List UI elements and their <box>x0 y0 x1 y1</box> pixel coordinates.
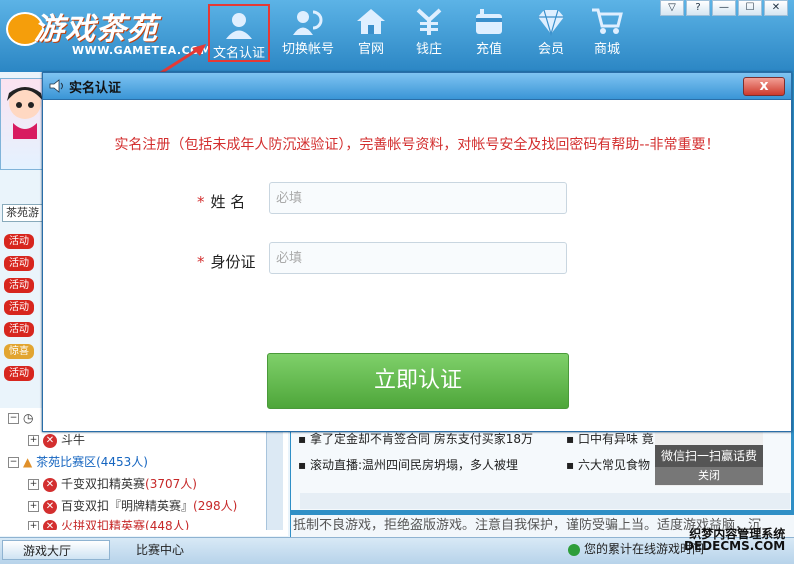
dialog-title: 实名认证 <box>69 81 122 96</box>
tree-scrollbar[interactable] <box>266 428 283 530</box>
tree-row[interactable]: + ✕ 斗牛 <box>28 430 85 450</box>
submit-verify-button[interactable]: 立即认证 <box>267 353 569 409</box>
expand-icon[interactable]: + <box>28 479 39 490</box>
recharge-icon <box>476 9 502 34</box>
speaker-icon <box>49 79 63 93</box>
name-label: * 姓 名 <box>197 191 245 212</box>
dialog-body: 实名注册（包括未成年人防沉迷验证），完善帐号资料，对帐号安全及找回密码有帮助--… <box>43 100 791 431</box>
home-icon <box>357 9 385 34</box>
activity-tag[interactable]: 活动 <box>4 234 34 249</box>
activity-tag[interactable]: 活动 <box>4 300 34 315</box>
id-label-text: 身份证 <box>210 253 256 271</box>
tree-row[interactable]: + ✕ 火拼双扣精英赛(448人) <box>28 516 189 530</box>
watermark-line: DEDECMS.COM <box>684 539 786 553</box>
logo-text: 游戏茶苑 <box>34 12 158 47</box>
close-window-icon[interactable]: ✕ <box>764 0 788 16</box>
news-text: 口中有异味 竟 <box>577 432 654 446</box>
tree-label: 斗牛 <box>61 433 86 447</box>
id-label: * 身份证 <box>197 251 256 272</box>
tree-count: (3707人) <box>145 477 197 491</box>
nav-realname-button[interactable]: 文名认证 <box>208 4 270 62</box>
required-mark: * <box>197 253 205 271</box>
dialog-notice: 实名注册（包括未成年人防沉迷验证），完善帐号资料，对帐号安全及找回密码有帮助--… <box>114 137 720 153</box>
news-text: 滚动直播:温州四间民房坍塌，多人被埋 <box>309 458 518 472</box>
tree-label: 百变双扣『明牌精英赛』 <box>61 499 194 513</box>
expand-icon[interactable]: + <box>28 435 39 446</box>
news-text: 六大常见食物 <box>577 458 650 472</box>
nav-store-button[interactable]: 商城 <box>572 2 642 66</box>
dialog-titlebar[interactable]: 实名认证 x <box>43 73 791 100</box>
realname-dialog: 实名认证 x 实名注册（包括未成年人防沉迷验证），完善帐号资料，对帐号安全及找回… <box>42 72 792 432</box>
tree-count: (298人) <box>193 499 238 513</box>
news-scrollbar[interactable] <box>300 493 790 509</box>
nav-realname-label: 文名认证 <box>212 46 265 61</box>
tree-row[interactable]: − ◷ <box>8 408 33 428</box>
dialog-close-button[interactable]: x <box>743 77 785 96</box>
qr-close-button[interactable]: 关闭 <box>655 467 763 485</box>
news-item[interactable]: ▪ 拿了定金却不肯签合同 房东支付买家18万 <box>298 430 533 447</box>
news-item[interactable]: ▪ 六大常见食物 <box>566 456 650 473</box>
activity-tag[interactable]: 活动 <box>4 366 34 381</box>
nav-store-label: 商城 <box>593 42 620 57</box>
user-id-icon <box>226 13 252 39</box>
game-icon: ✕ <box>43 519 57 530</box>
nav-recharge-label: 充值 <box>475 42 502 57</box>
tree-row[interactable]: − ▲ 茶苑比赛区(4453人) <box>8 452 148 472</box>
name-input[interactable] <box>269 182 567 214</box>
tree-label: 茶苑比赛区 <box>36 455 97 469</box>
maximize-icon[interactable]: ☐ <box>738 0 762 16</box>
bank-icon <box>416 8 442 35</box>
tree-count: (448人) <box>145 519 190 530</box>
expand-icon[interactable]: + <box>28 501 39 512</box>
tab-game-hall[interactable]: 游戏大厅 <box>2 540 110 560</box>
tab-chayuan[interactable]: 茶苑游 <box>2 204 47 222</box>
game-icon: ✕ <box>43 433 57 448</box>
required-mark: * <box>197 193 205 211</box>
diamond-icon <box>538 9 564 36</box>
clock-icon: ◷ <box>23 411 34 425</box>
surprise-tag[interactable]: 惊喜 <box>4 344 34 359</box>
trophy-icon: ▲ <box>23 455 33 469</box>
game-icon: ✕ <box>43 477 57 492</box>
menu-dropdown-icon[interactable]: ▽ <box>660 0 684 16</box>
activity-tag[interactable]: 活动 <box>4 278 34 293</box>
online-status-icon <box>568 543 580 556</box>
tree-label: 千变双扣精英赛 <box>61 477 146 491</box>
id-number-input[interactable] <box>269 242 567 274</box>
cart-icon <box>592 8 623 34</box>
activity-tag[interactable]: 活动 <box>4 256 34 271</box>
nav-switch-account-button[interactable]: 切换帐号 <box>273 2 343 66</box>
nav-recharge-button[interactable]: 充值 <box>454 2 524 66</box>
tree-row[interactable]: + ✕ 千变双扣精英赛(3707人) <box>28 474 197 494</box>
watermark: 织梦内容管理系统 DEDECMS.COM <box>684 528 785 552</box>
window-controls: ▽ ? — ☐ ✕ <box>660 0 788 16</box>
switch-account-icon <box>293 10 323 35</box>
game-icon: ✕ <box>43 499 57 514</box>
activity-tag[interactable]: 活动 <box>4 322 34 337</box>
minimize-icon[interactable]: — <box>712 0 736 16</box>
expand-icon[interactable]: + <box>28 521 39 530</box>
collapse-icon[interactable]: − <box>8 413 19 424</box>
news-text: 拿了定金却不肯签合同 房东支付买家18万 <box>309 432 534 446</box>
tree-count: (4453人) <box>96 455 148 469</box>
tab-match-center[interactable]: 比赛中心 <box>114 540 230 560</box>
help-icon[interactable]: ? <box>686 0 710 16</box>
news-item[interactable]: ▪ 口中有异味 竟 <box>566 430 654 447</box>
qr-caption: 微信扫一扫赢话费 <box>655 445 763 467</box>
collapse-icon[interactable]: − <box>8 457 19 468</box>
nav-switch-account-label: 切换帐号 <box>281 42 334 57</box>
news-item[interactable]: ▪ 滚动直播:温州四间民房坍塌，多人被埋 <box>298 456 518 473</box>
tree-row[interactable]: + ✕ 百变双扣『明牌精英赛』(298人) <box>28 496 237 516</box>
name-label-text: 姓 名 <box>210 193 246 211</box>
tree-label: 火拼双扣精英赛 <box>61 519 146 530</box>
